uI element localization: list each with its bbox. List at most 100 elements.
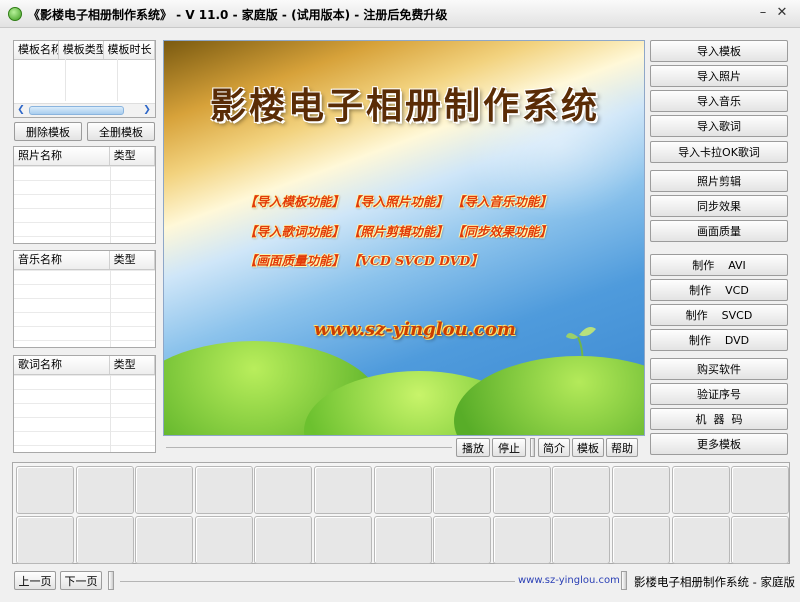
feature-row-3: 【画面质量功能】 【VCD SVCD DVD】 bbox=[244, 250, 483, 269]
feature-import-template: 【导入模板功能】 bbox=[244, 194, 345, 209]
thumbnail-grid[interactable] bbox=[12, 462, 790, 564]
music-list[interactable]: 音乐名称 类型 bbox=[13, 250, 156, 348]
column-lyrics-name[interactable]: 歌词名称 bbox=[14, 356, 110, 374]
feature-row-1: 【导入模板功能】 【导入照片功能】 【导入音乐功能】 bbox=[244, 191, 552, 210]
thumbnail-slot[interactable] bbox=[373, 516, 432, 564]
column-lyrics-type[interactable]: 类型 bbox=[110, 356, 155, 374]
feature-import-music: 【导入音乐功能】 bbox=[451, 194, 552, 209]
horizontal-scrollbar[interactable]: ❮ ❯ bbox=[14, 103, 155, 117]
thumbnail-slot[interactable] bbox=[373, 466, 432, 514]
feature-sync-effect: 【同步效果功能】 bbox=[451, 224, 552, 239]
machine-code-button[interactable]: 机 器 码 bbox=[650, 408, 788, 430]
intro-button[interactable]: 简介 bbox=[538, 438, 570, 457]
thumbnail-slot[interactable] bbox=[433, 516, 492, 564]
prev-page-button[interactable]: 上一页 bbox=[14, 571, 56, 590]
next-page-button[interactable]: 下一页 bbox=[60, 571, 102, 590]
more-templates-button[interactable]: 更多模板 bbox=[650, 433, 788, 455]
thumbnail-slot[interactable] bbox=[492, 516, 551, 564]
column-music-name[interactable]: 音乐名称 bbox=[14, 251, 110, 269]
template-list[interactable]: 模板名称 模板类型 模板时长 ❮ ❯ bbox=[13, 40, 156, 118]
thumbnail-slot[interactable] bbox=[75, 466, 134, 514]
lyrics-list[interactable]: 歌词名称 类型 bbox=[13, 355, 156, 453]
footer-product-name: 影楼电子相册制作系统 - 家庭版 bbox=[634, 575, 795, 589]
import-karaoke-lyrics-button[interactable]: 导入卡拉OK歌词 bbox=[650, 141, 788, 163]
photo-list-body bbox=[14, 166, 155, 243]
title-bar: 《影楼电子相册制作系统》 - V 11.0 - 家庭版 - (试用版本) - 注… bbox=[0, 0, 800, 28]
delete-all-templates-button[interactable]: 全删模板 bbox=[87, 122, 155, 141]
make-avi-button[interactable]: 制作 AVI bbox=[650, 254, 788, 276]
play-button[interactable]: 播放 bbox=[456, 438, 490, 457]
thumbnail-slot[interactable] bbox=[314, 466, 372, 514]
close-button[interactable]: ✕ bbox=[773, 5, 791, 21]
feature-row-2: 【导入歌词功能】 【照片剪辑功能】 【同步效果功能】 bbox=[244, 221, 552, 240]
column-photo-name[interactable]: 照片名称 bbox=[14, 147, 110, 165]
footer-slider-right-handle[interactable] bbox=[621, 571, 627, 590]
thumbnail-slot[interactable] bbox=[135, 516, 194, 564]
verify-serial-button[interactable]: 验证序号 bbox=[650, 383, 788, 405]
app-icon bbox=[8, 7, 22, 21]
column-template-type[interactable]: 模板类型 bbox=[59, 41, 104, 59]
stop-button[interactable]: 停止 bbox=[492, 438, 526, 457]
lyrics-list-header: 歌词名称 类型 bbox=[14, 356, 155, 375]
template-list-header: 模板名称 模板类型 模板时长 bbox=[14, 41, 155, 60]
make-dvd-button[interactable]: 制作 DVD bbox=[650, 329, 788, 351]
template-list-body bbox=[14, 59, 155, 101]
feature-photo-edit: 【照片剪辑功能】 bbox=[347, 224, 448, 239]
scroll-right-arrow-icon[interactable]: ❯ bbox=[141, 105, 153, 116]
footer-slider-left-handle[interactable] bbox=[108, 571, 114, 590]
feature-import-lyrics: 【导入歌词功能】 bbox=[244, 224, 345, 239]
import-lyrics-button[interactable]: 导入歌词 bbox=[650, 115, 788, 137]
import-template-button[interactable]: 导入模板 bbox=[650, 40, 788, 62]
thumbnail-slot[interactable] bbox=[731, 466, 790, 514]
thumbnail-slot[interactable] bbox=[16, 516, 74, 564]
column-template-name[interactable]: 模板名称 bbox=[14, 41, 59, 59]
thumbnail-slot[interactable] bbox=[492, 466, 551, 514]
thumbnail-slot[interactable] bbox=[254, 466, 313, 514]
separator-handle[interactable] bbox=[530, 438, 535, 457]
column-template-duration[interactable]: 模板时长 bbox=[104, 41, 155, 59]
minimize-button[interactable]: – bbox=[754, 5, 772, 21]
thumbnail-slot[interactable] bbox=[552, 466, 611, 514]
preview-url: www.sz-yinglou.com bbox=[314, 319, 516, 340]
progress-track[interactable] bbox=[166, 447, 452, 448]
scroll-left-arrow-icon[interactable]: ❮ bbox=[15, 105, 27, 116]
preview-panel: 影楼电子相册制作系统 【导入模板功能】 【导入照片功能】 【导入音乐功能】 【导… bbox=[163, 40, 645, 436]
thumbnail-slot[interactable] bbox=[314, 516, 372, 564]
photo-list[interactable]: 照片名称 类型 bbox=[13, 146, 156, 244]
thumbnail-slot[interactable] bbox=[671, 466, 730, 514]
thumbnail-slot[interactable] bbox=[135, 466, 194, 514]
thumbnail-slot[interactable] bbox=[194, 466, 253, 514]
photo-list-header: 照片名称 类型 bbox=[14, 147, 155, 166]
buy-software-button[interactable]: 购买软件 bbox=[650, 358, 788, 380]
thumbnail-slot[interactable] bbox=[194, 516, 253, 564]
footer-url[interactable]: www.sz-yinglou.com bbox=[518, 575, 620, 586]
import-photo-button[interactable]: 导入照片 bbox=[650, 65, 788, 87]
footer-track bbox=[120, 581, 515, 582]
thumbnail-slot[interactable] bbox=[16, 466, 74, 514]
thumbnail-slot[interactable] bbox=[671, 516, 730, 564]
thumbnail-slot[interactable] bbox=[433, 466, 492, 514]
thumbnail-slot[interactable] bbox=[731, 516, 790, 564]
thumbnail-slot[interactable] bbox=[612, 516, 670, 564]
image-quality-button[interactable]: 画面质量 bbox=[650, 220, 788, 242]
delete-template-button[interactable]: 删除模板 bbox=[14, 122, 82, 141]
make-vcd-button[interactable]: 制作 VCD bbox=[650, 279, 788, 301]
photo-edit-button[interactable]: 照片剪辑 bbox=[650, 170, 788, 192]
thumbnail-slot[interactable] bbox=[75, 516, 134, 564]
column-photo-type[interactable]: 类型 bbox=[110, 147, 155, 165]
scrollbar-thumb[interactable] bbox=[29, 106, 124, 115]
feature-formats: 【VCD SVCD DVD】 bbox=[347, 253, 483, 268]
make-svcd-button[interactable]: 制作 SVCD bbox=[650, 304, 788, 326]
import-music-button[interactable]: 导入音乐 bbox=[650, 90, 788, 112]
help-button[interactable]: 帮助 bbox=[606, 438, 638, 457]
template-button[interactable]: 模板 bbox=[572, 438, 604, 457]
window-title: 《影楼电子相册制作系统》 - V 11.0 - 家庭版 - (试用版本) - 注… bbox=[28, 8, 448, 22]
thumbnail-slot[interactable] bbox=[552, 516, 611, 564]
thumbnail-slot[interactable] bbox=[612, 466, 670, 514]
column-music-type[interactable]: 类型 bbox=[110, 251, 155, 269]
feature-import-photo: 【导入照片功能】 bbox=[347, 194, 448, 209]
preview-title: 影楼电子相册制作系统 bbox=[209, 85, 600, 127]
thumbnail-slot[interactable] bbox=[254, 516, 313, 564]
sync-effect-button[interactable]: 同步效果 bbox=[650, 195, 788, 217]
feature-image-quality: 【画面质量功能】 bbox=[244, 253, 345, 268]
